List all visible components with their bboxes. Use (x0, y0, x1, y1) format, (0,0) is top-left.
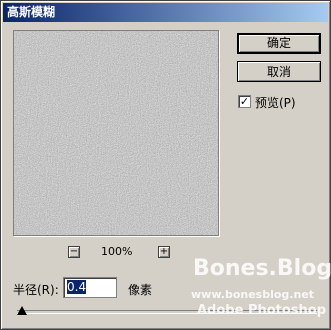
dialog-title: 高斯模糊 (3, 3, 328, 22)
ok-button[interactable]: 确定 (237, 33, 321, 54)
radius-unit-label: 像素 (128, 283, 153, 297)
zoom-out-button[interactable]: − (68, 246, 80, 258)
radius-label: 半径(R): (13, 283, 59, 297)
zoom-level: 100% (101, 245, 133, 258)
cancel-button[interactable]: 取消 (237, 61, 321, 82)
preview-area[interactable] (13, 30, 219, 236)
radius-slider-thumb[interactable] (17, 306, 27, 315)
gaussian-blur-dialog: 高斯模糊 确定 取消 ✓ 预览(P) − 100% + 半径(R): 0.4 像… (0, 0, 331, 330)
radius-value: 0.4 (67, 280, 87, 294)
radius-input[interactable]: 0.4 (63, 277, 117, 298)
preview-checkbox-label[interactable]: 预览(P) (255, 94, 296, 111)
watermark-product: Adobe Photoshop (197, 303, 327, 318)
zoom-in-button[interactable]: + (158, 246, 170, 258)
watermark-title: Bones.Blog (193, 256, 331, 281)
watermark-url: www.bonesblog.net (191, 288, 315, 301)
noise-preview-image (14, 31, 218, 235)
preview-checkbox[interactable]: ✓ (238, 95, 251, 108)
